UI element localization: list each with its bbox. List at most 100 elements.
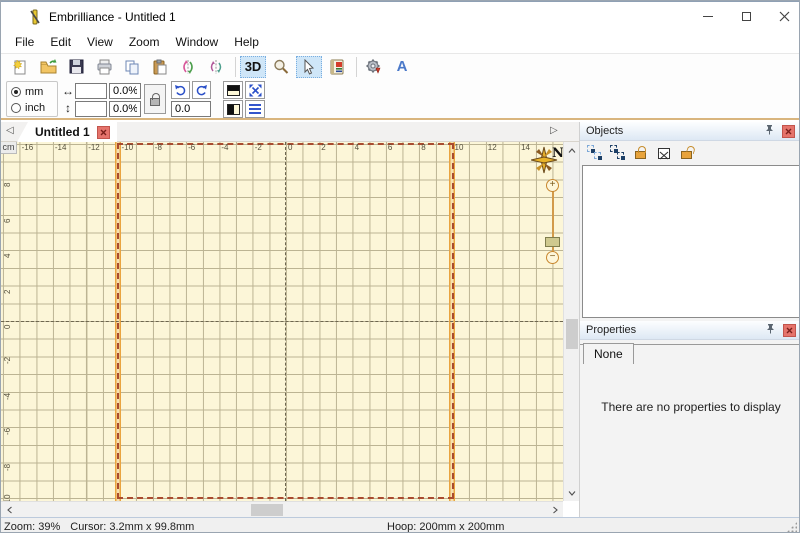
close-button[interactable] xyxy=(765,2,800,30)
ungroup-button[interactable] xyxy=(610,145,626,161)
radio-mm-icon xyxy=(11,87,21,97)
menu-edit[interactable]: Edit xyxy=(42,33,79,51)
3d-view-button[interactable]: 3D xyxy=(240,56,266,78)
tab-scroll-right-icon[interactable]: ▷ xyxy=(550,125,558,136)
pin-icon[interactable] xyxy=(765,124,774,138)
aspect-lock-button[interactable] xyxy=(144,84,166,114)
zoom-tool-button[interactable] xyxy=(268,56,294,78)
unlock-icon xyxy=(681,151,692,159)
save-button[interactable] xyxy=(63,56,89,78)
stitch-simulator-button[interactable] xyxy=(361,56,387,78)
rotate-left-icon xyxy=(174,84,187,97)
ruler-top-label: 14 xyxy=(521,143,530,152)
ruler-top-label: 8 xyxy=(421,143,425,152)
print-button[interactable] xyxy=(91,56,117,78)
show-hoop-side-button[interactable] xyxy=(223,100,243,118)
unlock-button[interactable] xyxy=(679,145,695,161)
horizontal-center-axis xyxy=(1,321,563,322)
unit-inch-option[interactable]: inch xyxy=(11,100,53,116)
flip-vertical-button[interactable] xyxy=(203,56,229,78)
maximize-button[interactable] xyxy=(727,2,765,30)
ruler-top-label: -6 xyxy=(188,143,195,152)
menu-help[interactable]: Help xyxy=(226,33,267,51)
design-library-icon xyxy=(329,59,345,75)
select-tool-button[interactable] xyxy=(296,56,322,78)
pin-icon[interactable] xyxy=(766,323,775,337)
close-icon xyxy=(779,11,790,22)
properties-tab-none[interactable]: None xyxy=(583,343,634,364)
ruler-left-label: 0 xyxy=(3,325,12,329)
menu-window[interactable]: Window xyxy=(168,33,227,51)
magnifier-icon xyxy=(273,59,289,75)
paste-icon xyxy=(152,59,168,75)
lettering-button[interactable]: A xyxy=(389,56,415,78)
vertical-scroll-thumb[interactable] xyxy=(566,319,578,349)
show-hoop-top-button[interactable] xyxy=(223,81,243,99)
hoop-side-icon xyxy=(227,104,240,115)
gear-arrow-icon xyxy=(366,59,383,75)
flip-vertical-icon xyxy=(208,59,224,75)
lock-button[interactable] xyxy=(633,145,649,161)
menu-file[interactable]: File xyxy=(7,33,42,51)
horizontal-scroll-thumb[interactable] xyxy=(251,504,283,516)
scroll-up-icon[interactable] xyxy=(564,142,580,158)
copy-button[interactable] xyxy=(119,56,145,78)
transform-toolbar: mm inch ↔ ↕ xyxy=(1,79,799,120)
objects-list[interactable] xyxy=(582,165,800,318)
units-group: mm inch xyxy=(6,81,58,117)
rotate-left-button[interactable] xyxy=(171,81,190,99)
ruler-left-label: 8 xyxy=(3,183,12,187)
width-percent-input[interactable] xyxy=(109,83,141,99)
lock-x-icon xyxy=(658,148,670,159)
group-button[interactable] xyxy=(587,145,603,161)
menu-bar: File Edit View Zoom Window Help xyxy=(1,31,799,53)
lock-all-button[interactable] xyxy=(656,145,672,161)
fit-to-window-button[interactable] xyxy=(245,81,265,99)
menu-view[interactable]: View xyxy=(79,33,121,51)
menu-zoom[interactable]: Zoom xyxy=(121,33,168,51)
document-tab-close-button[interactable] xyxy=(97,126,110,139)
scroll-right-icon[interactable] xyxy=(547,502,563,518)
hoop-top-icon xyxy=(227,85,240,96)
app-icon xyxy=(28,9,42,28)
height-percent-input[interactable] xyxy=(109,101,141,117)
document-tab[interactable]: Untitled 1 xyxy=(17,122,117,142)
minimize-button[interactable] xyxy=(689,2,727,30)
design-canvas[interactable]: cm -16-14-12-10-8-6-4-202468101214 86420… xyxy=(1,142,563,501)
design-library-button[interactable] xyxy=(324,56,350,78)
new-file-button[interactable] xyxy=(7,56,33,78)
flip-horizontal-button[interactable] xyxy=(175,56,201,78)
panel-close-icon xyxy=(786,327,793,334)
zoom-out-icon[interactable]: − xyxy=(546,251,559,264)
ruler-left-label: 6 xyxy=(3,218,12,222)
open-file-icon xyxy=(40,59,57,75)
height-input[interactable] xyxy=(75,101,107,117)
rotation-input[interactable] xyxy=(171,101,211,117)
zoom-slider-track[interactable] xyxy=(552,187,554,259)
resize-grip[interactable] xyxy=(787,522,797,532)
rotate-right-button[interactable] xyxy=(192,81,211,99)
properties-panel-close-button[interactable] xyxy=(783,324,796,337)
canvas-horizontal-scrollbar[interactable] xyxy=(1,501,563,517)
ruler-left-label: -4 xyxy=(3,393,12,400)
paste-button[interactable] xyxy=(147,56,173,78)
stitch-list-button[interactable] xyxy=(245,100,265,118)
zoom-slider-handle[interactable] xyxy=(545,237,560,247)
objects-panel-close-button[interactable] xyxy=(782,125,795,138)
scroll-down-icon[interactable] xyxy=(564,485,580,501)
unit-mm-option[interactable]: mm xyxy=(11,84,53,100)
canvas-vertical-scrollbar[interactable] xyxy=(563,142,579,501)
objects-toolbar xyxy=(580,141,800,164)
open-file-button[interactable] xyxy=(35,56,61,78)
unit-mm-label: mm xyxy=(25,86,43,98)
tab-scroll-left-icon[interactable]: ◁ xyxy=(6,125,14,136)
main-toolbar: 3D A xyxy=(1,53,799,79)
cursor-icon xyxy=(301,59,317,75)
width-input[interactable] xyxy=(75,83,107,99)
new-file-icon xyxy=(12,59,28,75)
toolbar-separator xyxy=(356,57,357,77)
properties-panel-header: Properties xyxy=(580,321,800,340)
copy-icon xyxy=(124,59,140,75)
scroll-left-icon[interactable] xyxy=(1,502,17,518)
zoom-in-icon[interactable]: + xyxy=(546,179,559,192)
